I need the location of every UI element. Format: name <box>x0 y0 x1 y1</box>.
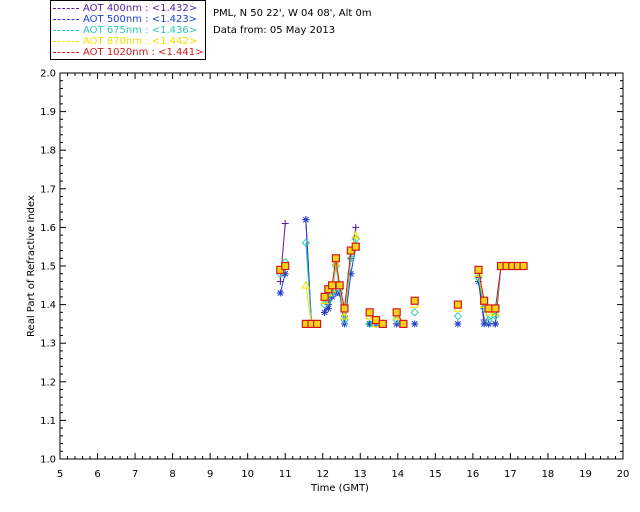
plot-frame <box>59 72 624 460</box>
legend-label: AOT 1020nm : <1.441> <box>83 47 204 58</box>
data-point-asterisk <box>454 320 462 328</box>
data-point-square <box>331 254 340 263</box>
data-point-square <box>320 292 329 301</box>
data-point-square <box>453 300 462 309</box>
y-tick-label: 1.2 <box>40 377 56 388</box>
x-tick-label: 6 <box>94 469 100 480</box>
y-tick-label: 2.0 <box>40 69 56 80</box>
legend-entry: AOT 400nm : <1.432> <box>53 3 197 14</box>
data-point-square <box>335 281 344 290</box>
data-point-square <box>474 265 483 274</box>
x-tick-label: 14 <box>391 469 404 480</box>
data-point-diamond <box>453 311 463 321</box>
data-point-square <box>378 319 387 328</box>
x-tick-label: 11 <box>279 469 292 480</box>
x-tick-label: 20 <box>617 469 630 480</box>
y-tick-label: 1.3 <box>40 339 56 350</box>
series-layer <box>275 216 528 329</box>
data-point-square <box>365 308 374 317</box>
y-tick-label: 1.7 <box>40 184 56 195</box>
x-tick-label: 18 <box>542 469 555 480</box>
data-point-plus <box>352 223 360 231</box>
data-point-square <box>392 308 401 317</box>
legend-swatch <box>53 52 79 53</box>
site-info: PML, N 50 22', W 04 08', Alt 0m <box>213 8 372 19</box>
date-info: Data from: 05 May 2013 <box>213 25 336 36</box>
x-tick-label: 10 <box>241 469 254 480</box>
y-tick-label: 1.5 <box>40 262 56 273</box>
y-tick-label: 1.9 <box>40 107 56 118</box>
data-point-square <box>328 281 337 290</box>
data-point-square <box>351 242 360 251</box>
data-point-triangle <box>351 230 361 239</box>
legend-swatch <box>53 41 79 42</box>
legend-label: AOT 675nm : <1.436> <box>83 25 198 36</box>
data-point-asterisk <box>276 289 284 297</box>
x-tick-label: 17 <box>504 469 517 480</box>
legend-entry: AOT 1020nm : <1.441> <box>53 47 203 58</box>
x-tick-label: 13 <box>354 469 367 480</box>
series-3 <box>276 234 528 329</box>
data-point-asterisk <box>324 304 332 312</box>
legend-label: AOT 870nm : <1.442> <box>83 36 198 47</box>
legend-swatch <box>53 19 79 20</box>
chart-canvas: 5 6 7 8 9 10 11 12 13 14 15 16 17 18 19 20 1.0 1.1 1.2 1.3 1… <box>26 69 630 495</box>
data-point-square <box>340 304 349 313</box>
y-tick-label: 1.0 <box>40 455 56 466</box>
data-point-square <box>399 319 408 328</box>
data-point-square <box>281 261 290 271</box>
legend-entry: AOT 500nm : <1.423> <box>53 14 197 25</box>
data-point-square <box>410 296 419 305</box>
legend-entry: AOT 675nm : <1.436> <box>53 25 197 36</box>
legend-entry: AOT 870nm : <1.442> <box>53 36 197 47</box>
data-point-asterisk <box>302 216 310 224</box>
x-tick-label: 19 <box>579 469 592 480</box>
legend-label: AOT 400nm : <1.432> <box>83 3 198 14</box>
y-axis-label: Real Part of Refractive Index <box>26 195 37 337</box>
data-point-asterisk <box>491 320 499 328</box>
x-tick-label: 16 <box>466 469 479 480</box>
data-point-square <box>519 261 528 271</box>
legend-swatch <box>53 8 79 9</box>
data-point-square <box>371 315 381 325</box>
x-axis-label: Time (GMT) <box>310 483 369 494</box>
y-tick-label: 1.4 <box>40 300 56 311</box>
legend-label: AOT 500nm : <1.423> <box>83 14 198 25</box>
x-tick-label: 9 <box>207 469 213 480</box>
data-point-square <box>484 304 493 313</box>
legend-swatch <box>53 30 79 31</box>
x-tick-label: 5 <box>57 469 63 480</box>
x-tick-label: 15 <box>429 469 442 480</box>
y-tick-label: 1.6 <box>40 223 56 234</box>
x-tick-label: 7 <box>132 469 138 480</box>
data-point-diamond <box>410 308 419 317</box>
legend: AOT 400nm : <1.432> AOT 500nm : <1.423> AO… <box>50 0 206 60</box>
data-point-square <box>491 304 500 313</box>
data-point-plus <box>281 220 289 228</box>
data-point-square <box>480 296 489 305</box>
x-tick-label: 12 <box>316 469 329 480</box>
x-tick-label: 8 <box>169 469 175 480</box>
plot-area <box>59 72 624 460</box>
data-point-asterisk <box>411 320 419 328</box>
y-tick-label: 1.8 <box>40 146 56 157</box>
data-point-square <box>313 319 322 328</box>
y-tick-label: 1.1 <box>40 416 56 427</box>
